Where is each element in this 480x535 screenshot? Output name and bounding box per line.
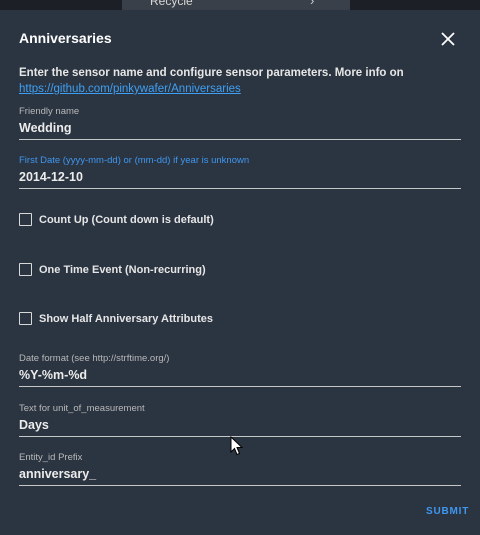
half-anniversary-checkbox[interactable]: Show Half Anniversary Attributes (19, 312, 213, 325)
close-icon-graphic (441, 32, 455, 46)
dialog-title: Anniversaries (19, 30, 112, 46)
docs-link[interactable]: https://github.com/pinkywafer/Anniversar… (19, 83, 241, 95)
half-anniversary-checkbox-box[interactable] (19, 312, 32, 325)
close-icon[interactable] (439, 30, 457, 48)
unit-label: Text for unit_of_measurement (19, 403, 145, 414)
one-time-checkbox-label: One Time Event (Non-recurring) (39, 263, 206, 276)
mouse-pointer-icon (230, 436, 244, 456)
friendly-name-label: Friendly name (19, 106, 80, 117)
friendly-name-field: Friendly name (19, 106, 461, 140)
prefix-field: Entity_id Prefix (19, 452, 461, 486)
friendly-name-input[interactable] (19, 118, 461, 140)
first-date-label: First Date (yyyy-mm-dd) or (mm-dd) if ye… (19, 155, 250, 166)
first-date-input[interactable] (19, 167, 461, 189)
submit-button[interactable]: SUBMIT (426, 506, 469, 517)
anniversaries-dialog: Anniversaries Enter the sensor name and … (0, 10, 480, 535)
chevron-right-icon: › (310, 0, 315, 8)
prefix-input[interactable] (19, 464, 461, 486)
date-format-input[interactable] (19, 365, 461, 387)
unit-input[interactable] (19, 415, 461, 437)
date-format-label: Date format (see http://strftime.org/) (19, 353, 170, 364)
intro-text: Enter the sensor name and configure sens… (19, 67, 404, 79)
first-date-field: First Date (yyyy-mm-dd) or (mm-dd) if ye… (19, 155, 461, 189)
date-format-field: Date format (see http://strftime.org/) (19, 353, 461, 387)
half-anniversary-checkbox-label: Show Half Anniversary Attributes (39, 312, 213, 325)
mouse-pointer-graphic (230, 436, 244, 456)
count-up-checkbox-label: Count Up (Count down is default) (39, 213, 214, 226)
one-time-checkbox-box[interactable] (19, 263, 32, 276)
count-up-checkbox[interactable]: Count Up (Count down is default) (19, 213, 214, 226)
unit-field: Text for unit_of_measurement (19, 403, 461, 437)
background-list-item-label: Recycle (150, 0, 193, 8)
one-time-checkbox[interactable]: One Time Event (Non-recurring) (19, 263, 206, 276)
count-up-checkbox-box[interactable] (19, 213, 32, 226)
